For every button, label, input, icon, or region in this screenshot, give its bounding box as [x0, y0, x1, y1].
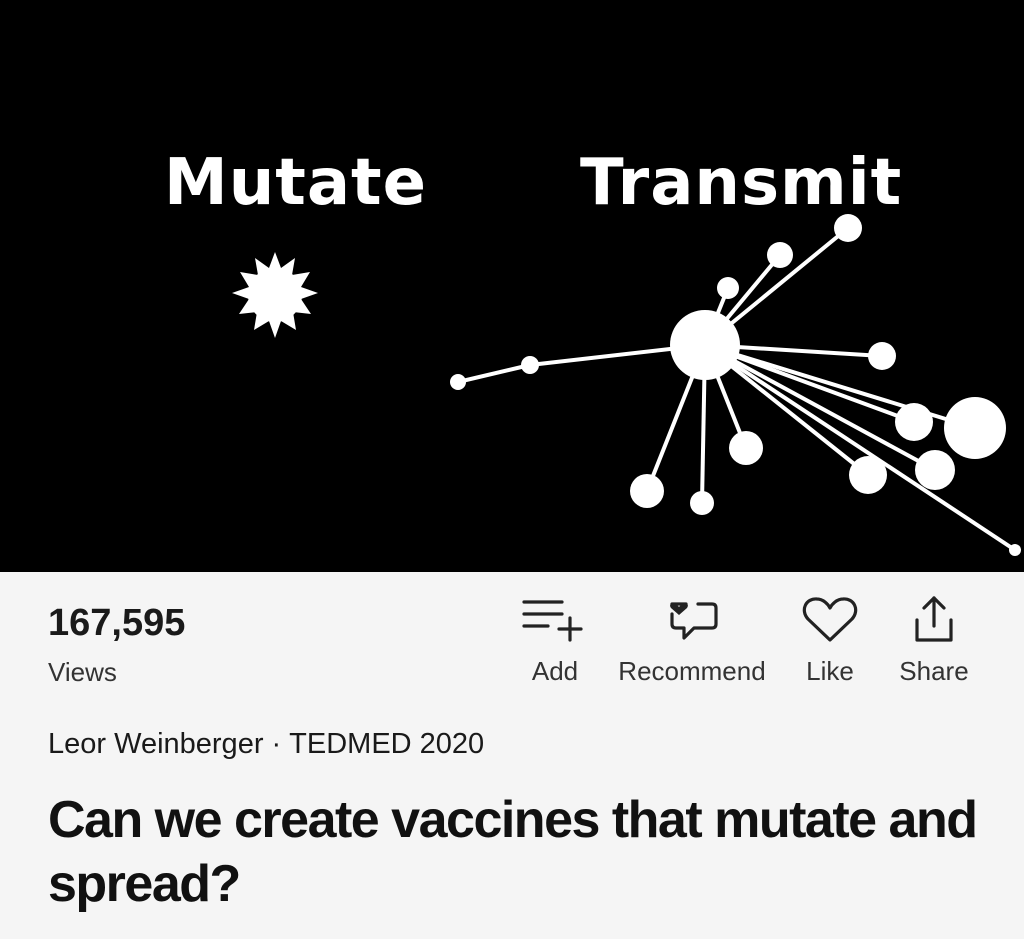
- event-name[interactable]: TEDMED 2020: [289, 728, 484, 760]
- talk-meta: Leor Weinberger · TEDMED 2020: [48, 728, 484, 761]
- add-to-list-icon: [520, 594, 590, 646]
- like-button[interactable]: Like: [794, 594, 866, 687]
- talk-info-panel: 167,595 Views Add Recommend Like Share L…: [0, 572, 1024, 939]
- like-label: Like: [806, 656, 854, 686]
- recommend-icon: [662, 594, 722, 646]
- add-button[interactable]: Add: [522, 594, 588, 687]
- share-button[interactable]: Share: [893, 594, 975, 687]
- speaker-name[interactable]: Leor Weinberger: [48, 728, 263, 760]
- recommend-label: Recommend: [618, 656, 766, 686]
- views-label: Views: [48, 657, 117, 687]
- video-frame-illustration: [232, 214, 1021, 556]
- talk-title: Can we create vaccines that mutate and s…: [48, 791, 978, 913]
- share-label: Share: [899, 656, 969, 686]
- transmit-network-icon: [450, 214, 1021, 556]
- mutate-virus-icon: [232, 252, 318, 338]
- add-label: Add: [531, 656, 579, 686]
- share-icon: [909, 594, 959, 646]
- video-player[interactable]: Mutate Transmit: [0, 0, 1024, 572]
- views-count: 167,595: [48, 602, 186, 644]
- video-label-transmit: Transmit: [580, 146, 903, 220]
- meta-separator: ·: [271, 728, 282, 760]
- recommend-button[interactable]: Recommend: [612, 594, 772, 687]
- video-label-mutate: Mutate: [164, 146, 428, 220]
- heart-icon: [800, 594, 860, 646]
